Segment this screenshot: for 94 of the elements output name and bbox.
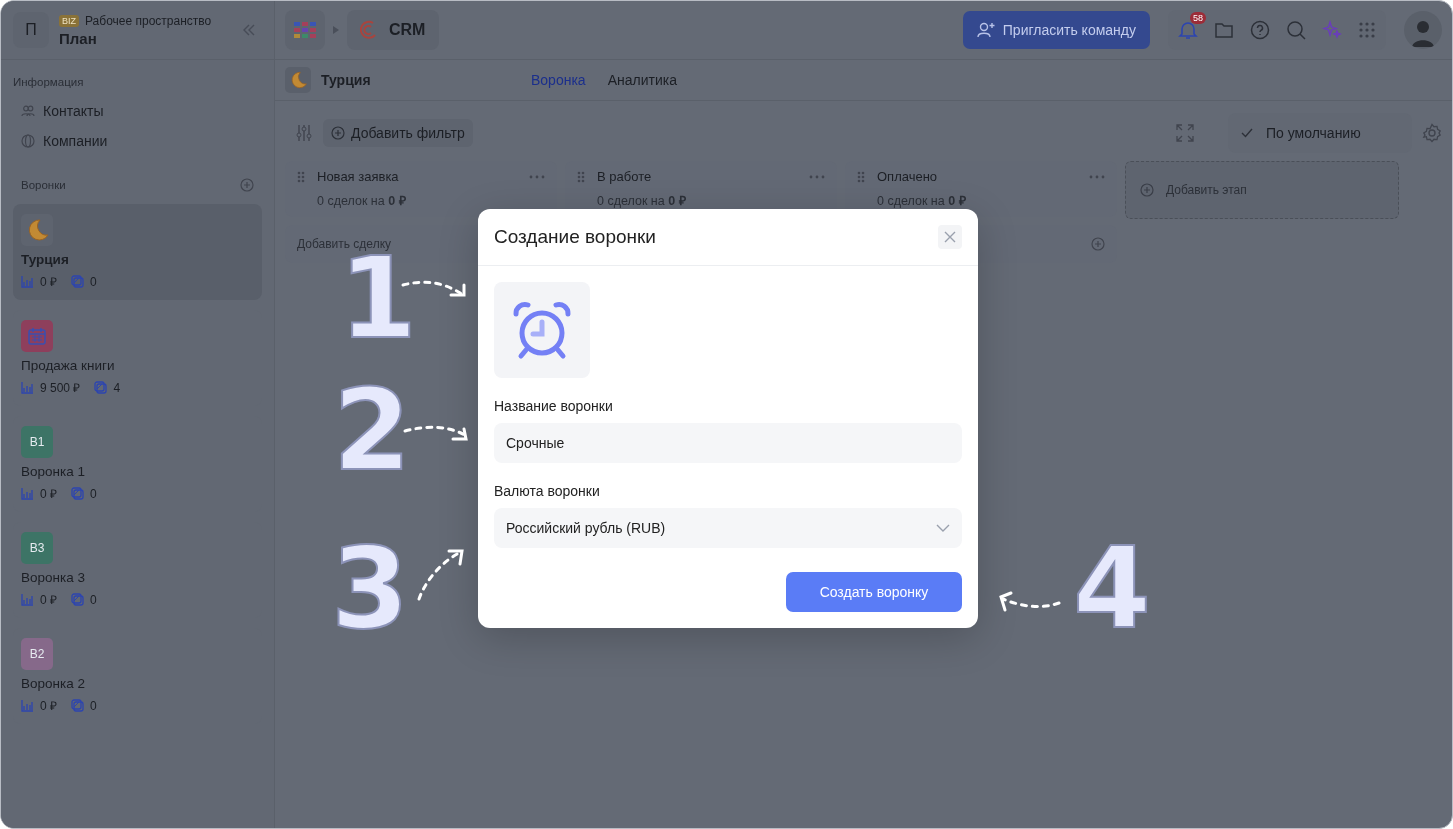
workspace-avatar[interactable]: П: [13, 12, 49, 48]
dashed-arrow: [415, 547, 467, 603]
close-button[interactable]: [938, 225, 962, 249]
deals-icon: [71, 593, 84, 606]
funnel-amount: 0 ₽: [40, 698, 57, 714]
step-number: 3: [331, 544, 409, 634]
add-user-icon: [976, 21, 995, 39]
chevron-icon: [333, 26, 339, 34]
chart-icon: [21, 487, 34, 500]
more-icon[interactable]: [809, 174, 825, 179]
field-label: Название воронки: [494, 398, 614, 414]
deals-icon: [71, 275, 84, 288]
drag-handle-icon[interactable]: [857, 170, 865, 183]
chart-icon: [21, 275, 34, 288]
funnel-count: 0: [90, 698, 97, 713]
funnel-avatar: B1: [21, 426, 53, 458]
tab[interactable]: Воронка: [531, 72, 586, 88]
chevron-down-icon: [936, 524, 950, 532]
funnel-card[interactable]: Турция 0 ₽ 0: [13, 204, 262, 300]
settings-icon[interactable]: [1422, 123, 1442, 143]
add-icon[interactable]: [240, 178, 254, 192]
funnel-amount: 0 ₽: [40, 592, 57, 608]
funnel-count: 0: [90, 486, 97, 501]
add-icon[interactable]: [1091, 237, 1105, 251]
currency-select[interactable]: Российский рубль (RUB): [494, 508, 962, 548]
stage-summary: 0 сделок на 0 ₽: [596, 193, 687, 209]
funnel-amount: 0 ₽: [40, 274, 57, 290]
add-filter-button[interactable]: Добавить фильтр: [323, 119, 473, 147]
stage-summary: 0 сделок на 0 ₽: [316, 193, 407, 209]
stage-name: Новая заявка: [317, 169, 400, 184]
funnel-icon-picker[interactable]: [494, 282, 590, 378]
funnel-count: 0: [90, 274, 97, 289]
globe-icon: [21, 134, 35, 148]
stage-name: В работе: [597, 169, 653, 184]
sparkles-icon[interactable]: [1322, 20, 1342, 40]
add-icon: [1140, 183, 1154, 197]
spiral-icon: [357, 19, 379, 41]
collapse-icon[interactable]: [242, 23, 256, 37]
page-title: Турция: [321, 72, 372, 88]
workspace-name: План: [59, 29, 98, 47]
section-heading: Воронки: [21, 179, 66, 191]
stage-summary: 0 сделок на 0 ₽: [876, 193, 967, 209]
funnel-name-field[interactable]: Срочные: [494, 423, 962, 463]
close-icon: [943, 230, 957, 244]
folder-icon[interactable]: [1214, 20, 1234, 40]
expand-icon[interactable]: [1176, 124, 1194, 142]
people-icon: [21, 104, 35, 118]
funnel-amount: 9 500 ₽: [40, 380, 81, 396]
funnel-name: Воронка 2: [21, 676, 86, 691]
deals-icon: [71, 699, 84, 712]
moon-icon: [21, 214, 53, 246]
add-icon: [331, 126, 345, 140]
chart-icon: [21, 699, 34, 712]
section-heading: Информация: [13, 76, 85, 88]
workspace-label: Рабочее пространство: [85, 13, 212, 28]
apps-button[interactable]: [285, 10, 325, 50]
funnel-count: 0: [90, 592, 97, 607]
notification-count: 58: [1190, 12, 1206, 24]
funnel-name: Воронка 1: [21, 464, 86, 479]
funnel-avatar: B2: [21, 638, 53, 670]
user-avatar[interactable]: [1404, 11, 1442, 49]
create-funnel-button[interactable]: Создать воронку: [786, 572, 962, 612]
funnel-name: Воронка 3: [21, 570, 86, 585]
help-icon[interactable]: [1250, 20, 1270, 40]
drag-handle-icon[interactable]: [577, 170, 585, 183]
crm-button[interactable]: CRM: [347, 10, 440, 50]
chart-icon: [21, 593, 34, 606]
moon-icon: [285, 67, 311, 93]
sidebar-item[interactable]: Контакты: [13, 96, 262, 126]
apps-grid-icon: [294, 22, 316, 38]
sidebar-item[interactable]: Компании: [13, 126, 262, 156]
funnel-name: Турция: [21, 252, 70, 267]
grid-icon[interactable]: [1358, 21, 1376, 39]
more-icon[interactable]: [1089, 174, 1105, 179]
field-label: Валюта воронки: [494, 483, 601, 499]
invite-team-button[interactable]: Пригласить команду: [962, 11, 1150, 49]
deals-icon: [94, 381, 108, 394]
notifications-icon[interactable]: [1178, 20, 1198, 40]
step-number: 4: [1073, 544, 1151, 634]
chart-icon: [21, 381, 34, 394]
funnel-name: Продажа книги: [21, 358, 116, 373]
check-icon: [1240, 126, 1254, 140]
stage-name: Оплачено: [877, 169, 939, 184]
plan-badge: BIZ: [59, 14, 79, 27]
search-icon[interactable]: [1286, 20, 1306, 40]
funnel-amount: 0 ₽: [40, 486, 57, 502]
sliders-icon[interactable]: [295, 124, 313, 142]
tab[interactable]: Аналитика: [607, 72, 677, 88]
deals-icon: [71, 487, 84, 500]
funnel-avatar: B3: [21, 532, 53, 564]
drag-handle-icon[interactable]: [297, 170, 305, 183]
more-icon[interactable]: [529, 174, 545, 179]
step-number: 2: [333, 386, 411, 476]
funnel-count: 4: [113, 380, 121, 395]
